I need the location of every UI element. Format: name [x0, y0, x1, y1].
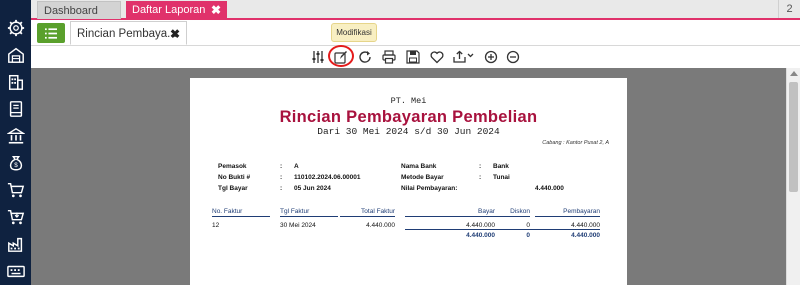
column-header: Tgl Faktur	[280, 208, 310, 215]
info-sep: :	[280, 174, 283, 181]
report-title: Rincian Pembayaran Pembelian	[279, 108, 538, 126]
close-icon[interactable]: ✖	[170, 22, 180, 46]
edit-tooltip: Modifikasi	[331, 23, 377, 42]
header-underline	[280, 216, 338, 217]
header-underline	[212, 216, 270, 217]
cell-total-faktur: 4.440.000	[366, 222, 395, 229]
header-underline	[475, 216, 530, 217]
info-label: Nama Bank	[401, 163, 437, 170]
settings-icon[interactable]	[6, 18, 26, 38]
info-label: No Bukti #	[218, 174, 251, 181]
main-tab-bar: Dashboard Daftar Laporan ✖ 2	[31, 0, 800, 20]
tab-daftar-laporan-label: Daftar Laporan	[132, 4, 206, 16]
header-underline	[535, 216, 600, 217]
close-icon[interactable]: ✖	[211, 1, 221, 19]
report-period: Dari 30 Mei 2024 s/d 30 Jun 2024	[317, 126, 500, 137]
zoom-in-icon[interactable]	[483, 49, 499, 65]
export-icon[interactable]	[452, 49, 476, 65]
save-icon[interactable]	[405, 49, 421, 65]
refresh-icon[interactable]	[357, 49, 373, 65]
header-underline	[340, 216, 395, 217]
tab-dashboard[interactable]: Dashboard	[37, 1, 121, 19]
info-sep: :	[280, 185, 283, 192]
scroll-up-icon[interactable]	[790, 71, 798, 76]
report-tab-bar: Rincian Pembaya... ✖	[31, 20, 800, 46]
info-sep: :	[280, 163, 283, 170]
cart-icon[interactable]	[6, 180, 26, 200]
info-value: 110102.2024.06.00001	[294, 174, 361, 181]
info-value: Tunai	[493, 174, 510, 181]
column-header: Diskon	[510, 208, 530, 215]
edit-icon[interactable]	[333, 49, 349, 65]
tab-dashboard-label: Dashboard	[44, 5, 98, 17]
factory-icon[interactable]	[6, 234, 26, 254]
cell-tgl-faktur: 30 Mei 2024	[280, 222, 316, 229]
filter-sliders-icon[interactable]	[310, 49, 326, 65]
info-sep: :	[479, 174, 482, 181]
totals-line	[405, 229, 600, 230]
info-sep: :	[479, 163, 482, 170]
tab-daftar-laporan[interactable]: Daftar Laporan ✖	[126, 1, 227, 19]
report-viewer: PT. Mei Rincian Pembayaran Pembelian Dar…	[31, 68, 800, 285]
info-label: Metode Bayar	[401, 174, 444, 181]
report-company: PT. Mei	[390, 96, 427, 106]
zoom-out-icon[interactable]	[505, 49, 521, 65]
tab-rincian-pembayaran-label: Rincian Pembaya...	[77, 28, 177, 40]
bank-icon[interactable]	[6, 126, 26, 146]
book-icon[interactable]	[6, 99, 26, 119]
svg-text:$: $	[14, 162, 18, 169]
tab-rincian-pembayaran[interactable]: Rincian Pembaya... ✖	[70, 21, 187, 45]
money-bag-icon[interactable]: $	[6, 153, 26, 173]
info-value: Bank	[493, 163, 509, 170]
info-value: A	[294, 163, 299, 170]
total-pembayaran: 4.440.000	[571, 232, 600, 239]
scroll-thumb[interactable]	[789, 82, 798, 192]
info-label: Pemasok	[218, 163, 247, 170]
list-icon	[45, 27, 57, 39]
cell-no-faktur: 12	[212, 222, 220, 229]
company-building-icon[interactable]	[6, 72, 26, 92]
column-header: Total Faktur	[361, 208, 395, 215]
report-branch: Cabang : Kantor Pusat 2, A	[542, 140, 609, 146]
left-sidebar: $	[0, 0, 31, 285]
keyboard-icon[interactable]	[6, 261, 26, 281]
column-header: No. Faktur	[212, 208, 243, 215]
warehouse-icon[interactable]	[6, 45, 26, 65]
info-label: Nilai Pembayaran:	[401, 185, 458, 192]
vertical-scrollbar[interactable]	[786, 68, 800, 285]
report-toolbar	[31, 45, 800, 68]
info-value: 4.440.000	[535, 185, 564, 192]
column-header: Bayar	[478, 208, 495, 215]
info-label: Tgl Bayar	[218, 185, 248, 192]
cart-in-icon[interactable]	[6, 207, 26, 227]
cell-pembayaran: 4.440.000	[571, 222, 600, 229]
print-icon[interactable]	[381, 49, 397, 65]
total-diskon: 0	[526, 232, 530, 239]
menu-list-button[interactable]	[37, 23, 65, 43]
column-header: Pembayaran	[563, 208, 600, 215]
report-page: PT. Mei Rincian Pembayaran Pembelian Dar…	[190, 78, 627, 285]
favorite-heart-icon[interactable]	[429, 49, 445, 65]
app-window: $ Dashboard Daftar Laporan ✖ 2 Rincian P…	[0, 0, 800, 285]
info-value: 05 Jun 2024	[294, 185, 331, 192]
tab-count-dropdown[interactable]: 2	[778, 0, 800, 18]
cell-diskon: 0	[526, 222, 530, 229]
